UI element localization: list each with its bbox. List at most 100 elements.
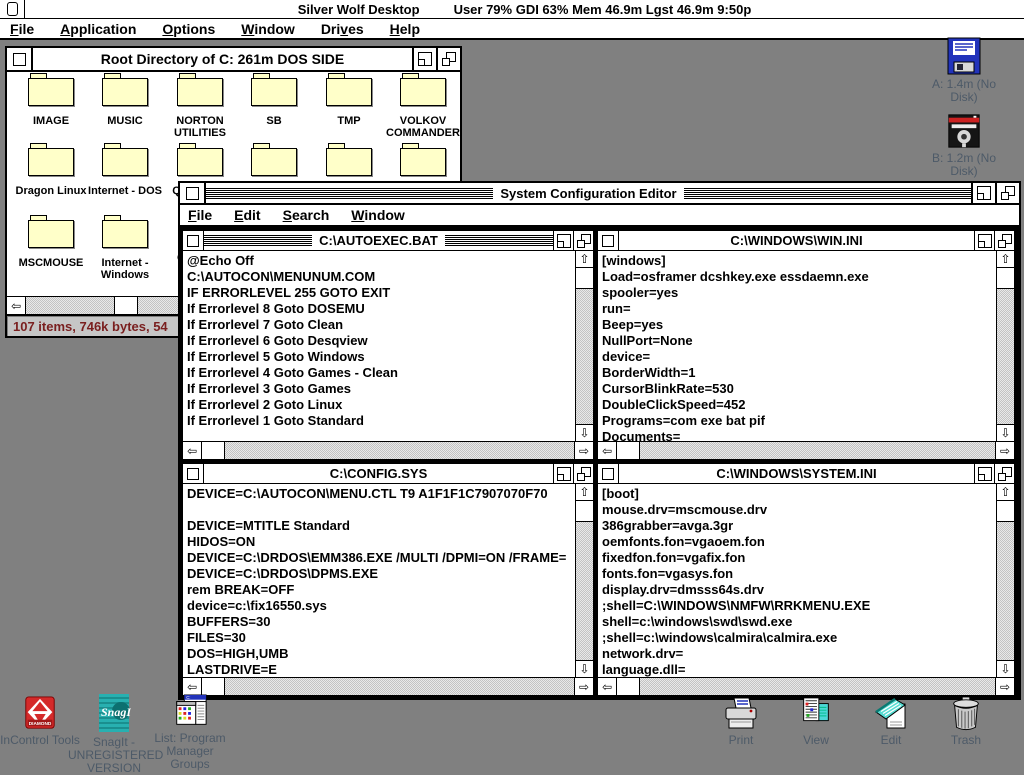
scrollbar-thumb[interactable] <box>997 268 1014 289</box>
scrollbar-track[interactable] <box>576 522 593 660</box>
scroll-down-button[interactable]: ⇩ <box>576 660 593 677</box>
scroll-right-button[interactable]: ⇨ <box>995 678 1014 695</box>
scroll-down-button[interactable]: ⇩ <box>997 660 1014 677</box>
scroll-left-button[interactable]: ⇦ <box>183 442 202 459</box>
folder-item[interactable]: Internet - DOS <box>87 148 163 197</box>
close-button[interactable] <box>180 183 206 203</box>
scrollbar-thumb[interactable] <box>202 442 225 459</box>
drive-a-icon[interactable]: A: 1.4m (No Disk) <box>918 36 1010 104</box>
folder-item[interactable]: TMP <box>311 78 387 127</box>
scrollbar-thumb[interactable] <box>576 501 593 522</box>
vertical-scrollbar[interactable]: ⇧⇩ <box>996 251 1014 441</box>
maximize-button[interactable] <box>573 231 593 250</box>
document-titlebar[interactable]: C:\WINDOWS\SYSTEM.INI <box>598 464 1014 484</box>
document-titlebar[interactable]: C:\WINDOWS\WIN.INI <box>598 231 1014 251</box>
vertical-scrollbar[interactable]: ⇧⇩ <box>996 484 1014 677</box>
scrollbar-thumb[interactable] <box>114 297 138 314</box>
minimize-button[interactable] <box>974 231 994 250</box>
scroll-up-button[interactable]: ⇧ <box>997 251 1014 268</box>
close-button[interactable] <box>7 48 33 70</box>
menu-window[interactable]: Window <box>241 21 295 37</box>
scrollbar-track[interactable] <box>640 442 995 459</box>
scroll-down-button[interactable]: ⇩ <box>997 424 1014 441</box>
document-text-area[interactable]: [windows]Load=osframer dcshkey.exe essda… <box>598 251 996 441</box>
menu-file[interactable]: File <box>188 207 212 223</box>
menu-file[interactable]: File <box>10 21 34 37</box>
document-text-area[interactable]: [boot]mouse.drv=mscmouse.drv386grabber=a… <box>598 484 996 677</box>
vertical-scrollbar[interactable]: ⇧⇩ <box>575 251 593 441</box>
scroll-up-button[interactable]: ⇧ <box>576 251 593 268</box>
folder-item[interactable]: SB <box>236 78 312 127</box>
scrollbar-track[interactable] <box>997 522 1014 660</box>
snagit-icon[interactable]: SnagIt SnagIt - UNREGISTERED VERSION <box>68 694 160 775</box>
scrollbar-track[interactable] <box>997 289 1014 424</box>
minimize-button[interactable] <box>553 464 573 483</box>
scroll-right-button[interactable]: ⇨ <box>574 442 593 459</box>
file-manager-titlebar[interactable]: Root Directory of C: 261m DOS SIDE <box>7 48 460 72</box>
folder-item[interactable]: MUSIC <box>87 78 163 127</box>
minimize-button[interactable] <box>971 183 995 203</box>
document-text-area[interactable]: DEVICE=C:\AUTOCON\MENU.CTL T9 A1F1F1C790… <box>183 484 575 677</box>
close-button[interactable] <box>183 231 204 250</box>
folder-item[interactable]: MSCMOUSE <box>13 220 89 269</box>
document-titlebar[interactable]: C:\CONFIG.SYS <box>183 464 593 484</box>
trash-tool-icon[interactable]: Trash <box>930 696 1002 747</box>
menu-window[interactable]: Window <box>351 207 405 223</box>
maximize-button[interactable] <box>573 464 593 483</box>
scrollbar-track[interactable] <box>225 678 574 695</box>
sysconfig-titlebar[interactable]: System Configuration Editor <box>180 183 1019 205</box>
menu-drives[interactable]: Drives <box>321 21 364 37</box>
maximize-button[interactable] <box>994 231 1014 250</box>
scroll-up-button[interactable]: ⇧ <box>576 484 593 501</box>
menu-help[interactable]: Help <box>390 21 420 37</box>
scrollbar-thumb[interactable] <box>202 678 225 695</box>
folder-item[interactable]: IMAGE <box>13 78 89 127</box>
horizontal-scrollbar[interactable]: ⇦⇨ <box>598 441 1014 459</box>
scrollbar-track[interactable] <box>225 442 574 459</box>
view-tool-icon[interactable]: View <box>780 696 852 747</box>
scroll-right-button[interactable]: ⇨ <box>995 442 1014 459</box>
scroll-up-button[interactable]: ⇧ <box>997 484 1014 501</box>
folder-item[interactable]: VOLKOV COMMANDER <box>385 78 460 139</box>
scrollbar-thumb[interactable] <box>617 442 640 459</box>
menu-application[interactable]: Application <box>60 21 136 37</box>
minimize-button[interactable] <box>553 231 573 250</box>
scrollbar-track[interactable] <box>26 297 114 314</box>
drive-b-icon[interactable]: B: 1.2m (No Disk) <box>918 112 1010 178</box>
system-menu-button[interactable] <box>0 0 25 18</box>
folder-item[interactable]: NORTON UTILITIES <box>162 78 238 139</box>
horizontal-scrollbar[interactable]: ⇦⇨ <box>183 677 593 695</box>
maximize-button[interactable] <box>994 464 1014 483</box>
document-titlebar[interactable]: C:\AUTOEXEC.BAT <box>183 231 593 251</box>
scroll-left-button[interactable]: ⇦ <box>598 442 617 459</box>
close-button[interactable] <box>183 464 204 483</box>
scroll-left-button[interactable]: ⇦ <box>183 678 202 695</box>
scrollbar-thumb[interactable] <box>617 678 640 695</box>
scrollbar-thumb[interactable] <box>576 268 593 289</box>
scroll-down-button[interactable]: ⇩ <box>576 424 593 441</box>
menu-search[interactable]: Search <box>283 207 330 223</box>
scrollbar-thumb[interactable] <box>997 501 1014 522</box>
scrollbar-track[interactable] <box>576 289 593 424</box>
print-tool-icon[interactable]: Print <box>705 696 777 747</box>
folder-item[interactable]: Internet - Windows <box>87 220 163 281</box>
close-button[interactable] <box>598 231 619 250</box>
maximize-button[interactable] <box>995 183 1019 203</box>
document-text-area[interactable]: @Echo OffC:\AUTOCON\MENUNUM.COMIF ERRORL… <box>183 251 575 441</box>
list-program-groups-icon[interactable]: C: List: Program Manager Groups <box>148 694 232 771</box>
minimize-button[interactable] <box>412 48 436 70</box>
folder-item[interactable]: Dragon Linux <box>13 148 89 197</box>
minimize-button[interactable] <box>974 464 994 483</box>
menu-options[interactable]: Options <box>162 21 215 37</box>
edit-tool-icon[interactable]: Edit <box>855 696 927 747</box>
scroll-left-button[interactable]: ⇦ <box>598 678 617 695</box>
scroll-right-button[interactable]: ⇨ <box>574 678 593 695</box>
close-button[interactable] <box>598 464 619 483</box>
scrollbar-track[interactable] <box>640 678 995 695</box>
menu-edit[interactable]: Edit <box>234 207 260 223</box>
scroll-left-button[interactable]: ⇦ <box>7 297 26 314</box>
vertical-scrollbar[interactable]: ⇧⇩ <box>575 484 593 677</box>
maximize-button[interactable] <box>436 48 460 70</box>
horizontal-scrollbar[interactable]: ⇦⇨ <box>183 441 593 459</box>
horizontal-scrollbar[interactable]: ⇦⇨ <box>598 677 1014 695</box>
